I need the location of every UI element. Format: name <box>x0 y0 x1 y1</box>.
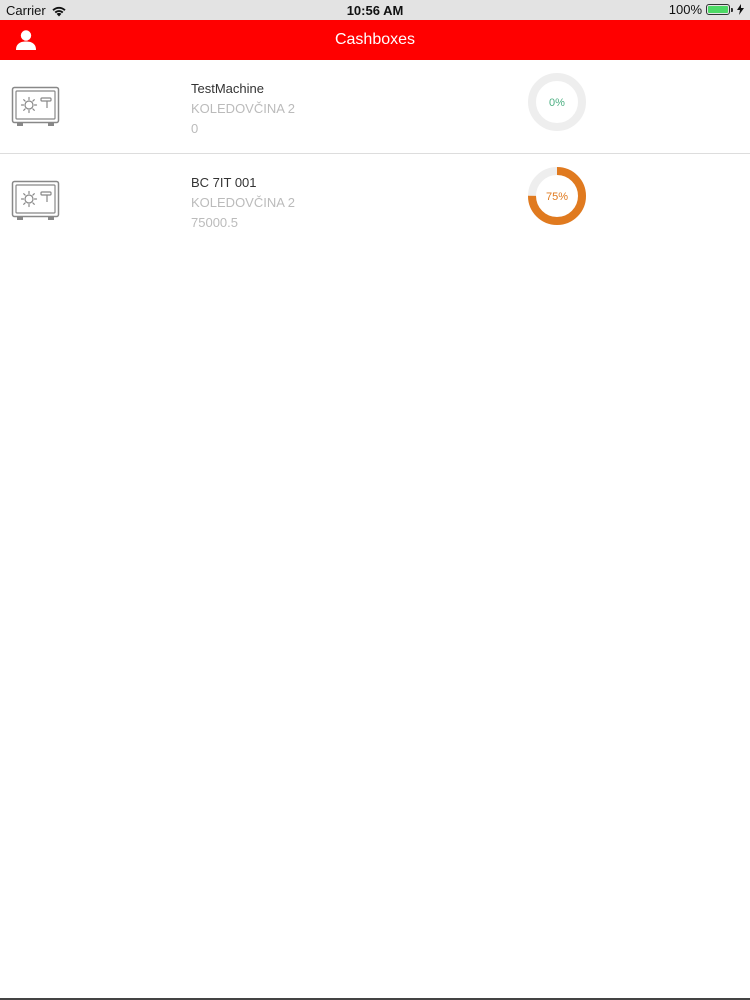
status-right: 100% <box>669 2 744 17</box>
cashbox-info: BC 7IT 001 KOLEDOVČINA 2 75000.5 <box>191 173 295 233</box>
battery-percent: 100% <box>668 2 702 17</box>
charging-bolt-icon <box>737 4 744 15</box>
gauge-label: 75% <box>546 191 568 203</box>
cashbox-address: KOLEDOVČINA 2 <box>191 195 296 210</box>
battery-icon <box>706 4 733 15</box>
nav-bar: Cashboxes <box>0 20 750 60</box>
status-time: 10:56 AM <box>346 3 404 18</box>
safe-icon <box>11 180 60 220</box>
cashbox-address: KOLEDOVČINA 2 <box>191 101 296 116</box>
fill-gauge: 75% <box>528 167 586 225</box>
cashbox-name: TestMachine <box>191 81 264 96</box>
battery-fill <box>708 6 728 13</box>
cashbox-list: TestMachine KOLEDOVČINA 2 0 0% BC 7IT 00… <box>0 60 750 248</box>
cashbox-row[interactable]: BC 7IT 001 KOLEDOVČINA 2 75000.5 75% <box>0 154 750 248</box>
app-screen: Carrier 10:56 AM 100% Cashboxes TestMach… <box>0 0 750 1000</box>
fill-gauge: 0% <box>528 73 586 131</box>
cashbox-amount: 0 <box>191 121 199 136</box>
page-title: Cashboxes <box>334 31 416 48</box>
status-bar: Carrier 10:56 AM 100% <box>0 0 750 20</box>
gauge-label: 0% <box>549 97 565 109</box>
cashbox-row[interactable]: TestMachine KOLEDOVČINA 2 0 0% <box>0 60 750 154</box>
cashbox-amount: 75000.5 <box>191 215 238 230</box>
safe-icon <box>11 86 60 126</box>
cashbox-name: BC 7IT 001 <box>191 175 257 190</box>
cashbox-info: TestMachine KOLEDOVČINA 2 0 <box>191 79 295 139</box>
